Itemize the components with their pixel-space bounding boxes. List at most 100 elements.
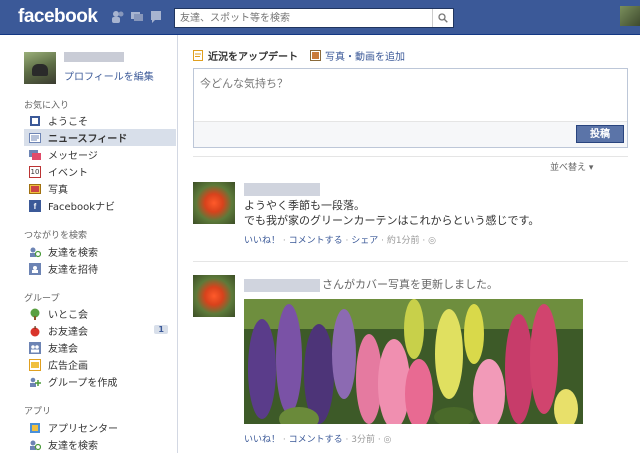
search-icon bbox=[438, 13, 448, 23]
sidebar-item-welcome[interactable]: ようこそ bbox=[24, 112, 176, 129]
messages-icon[interactable] bbox=[130, 10, 144, 23]
news-feed-icon bbox=[29, 132, 41, 144]
left-sidebar: プロフィールを編集 お気に入り ようこそ ニュースフィード メッセージ 10 イ… bbox=[0, 35, 178, 453]
cover-photo[interactable] bbox=[244, 299, 583, 424]
sidebar-item-label: お友達会 bbox=[48, 327, 88, 338]
tree-icon bbox=[29, 308, 41, 320]
sidebar-item-events[interactable]: 10 イベント bbox=[24, 163, 176, 180]
timestamp[interactable]: 約1分前 bbox=[387, 236, 420, 246]
story-author-name-redacted[interactable] bbox=[244, 278, 320, 292]
sidebar-item-group-itokokai[interactable]: いとこ会 bbox=[24, 305, 176, 322]
group-icon bbox=[29, 341, 41, 354]
globe-icon: ◎ bbox=[428, 236, 437, 246]
feed-story-cover: さんがカバー写真を更新しました。 いいね！ · コメントする · 3分前 · ◎ bbox=[193, 275, 628, 450]
sidebar-item-app-center[interactable]: アプリセンター bbox=[24, 419, 176, 436]
search-button[interactable] bbox=[432, 9, 453, 27]
create-group-icon bbox=[29, 376, 41, 388]
sidebar-item-label: Facebookナビ bbox=[48, 202, 115, 213]
tab-add-photo[interactable]: 写真・動画を追加 bbox=[310, 48, 405, 63]
friend-requests-icon[interactable] bbox=[111, 10, 125, 23]
sidebar-item-label: グループを作成 bbox=[48, 378, 118, 389]
sidebar-item-label: 広告企画 bbox=[48, 361, 88, 372]
connect-title: つながりを検索 bbox=[24, 231, 88, 241]
timestamp[interactable]: 3分前 bbox=[351, 435, 375, 445]
sidebar-item-label: イベント bbox=[48, 168, 88, 179]
photo-icon bbox=[310, 50, 321, 61]
message-icon bbox=[29, 149, 41, 161]
lupine-flowers-image bbox=[244, 299, 583, 424]
comment-link[interactable]: コメントする bbox=[289, 236, 343, 246]
status-composer[interactable]: 今どんな気持ち？ 投稿 bbox=[193, 68, 628, 148]
story-text-line: でも我が家のグリーンカーテンはこれからという感じです。 bbox=[244, 214, 540, 227]
status-icon bbox=[193, 50, 203, 61]
like-link[interactable]: いいね！ bbox=[244, 236, 280, 246]
sidebar-item-find-friends[interactable]: 友達を検索 bbox=[24, 243, 176, 260]
photos-icon bbox=[29, 183, 41, 195]
apple-icon bbox=[29, 325, 41, 337]
sidebar-item-create-group[interactable]: グループを作成 bbox=[24, 373, 176, 390]
profile-name-redacted[interactable] bbox=[64, 52, 124, 62]
sidebar-item-label: 友達会 bbox=[48, 344, 78, 355]
divider bbox=[193, 261, 628, 262]
story-author-name-redacted[interactable] bbox=[244, 183, 320, 196]
sidebar-item-find-friends-app[interactable]: 友達を検索 bbox=[24, 436, 176, 453]
cover-update-line: さんがカバー写真を更新しました。 bbox=[244, 276, 498, 292]
sidebar-item-group-otomodachikai[interactable]: お友達会 1 bbox=[24, 322, 176, 339]
cover-update-text: さんがカバー写真を更新しました。 bbox=[322, 278, 498, 291]
sidebar-item-group-koukokukikaku[interactable]: 広告企画 bbox=[24, 356, 176, 373]
story-text-line: ようやく季節も一段落。 bbox=[244, 199, 365, 212]
top-bar: facebook bbox=[0, 0, 640, 35]
sidebar-item-photos[interactable]: 写真 bbox=[24, 180, 176, 197]
story-author-avatar[interactable] bbox=[193, 182, 235, 224]
sidebar-item-label: メッセージ bbox=[48, 151, 98, 162]
composer-tabs: 近況をアップデート 写真・動画を追加 bbox=[193, 48, 417, 63]
composer-footer: 投稿 bbox=[194, 121, 627, 147]
story-author-avatar[interactable] bbox=[193, 275, 235, 317]
sidebar-item-label: 友達を招待 bbox=[48, 265, 98, 276]
profile-avatar-small[interactable] bbox=[620, 6, 640, 26]
comment-link[interactable]: コメントする bbox=[289, 435, 343, 445]
search-box[interactable] bbox=[174, 8, 454, 28]
sort-dropdown[interactable]: 並べ替え ▾ bbox=[550, 160, 593, 173]
group-count-badge: 1 bbox=[154, 325, 168, 334]
sidebar-item-label: いとこ会 bbox=[48, 310, 88, 321]
share-link[interactable]: シェア bbox=[351, 236, 378, 246]
story-actions: いいね！ · コメントする · 3分前 · ◎ bbox=[244, 435, 392, 445]
sort-label: 並べ替え bbox=[550, 163, 587, 173]
apps-title: アプリ bbox=[24, 407, 52, 417]
welcome-icon bbox=[29, 115, 41, 127]
status-input[interactable]: 今どんな気持ち？ bbox=[200, 75, 288, 91]
divider bbox=[193, 156, 628, 157]
find-friends-icon bbox=[29, 246, 42, 258]
sidebar-item-label: 友達を検索 bbox=[48, 248, 98, 259]
sidebar-item-group-tomodachikai[interactable]: 友達会 bbox=[24, 339, 176, 356]
sidebar-item-label: ようこそ bbox=[48, 117, 88, 128]
favorites-title: お気に入り bbox=[24, 101, 70, 111]
groups-title: グループ bbox=[24, 294, 60, 304]
svg-text:f: f bbox=[34, 202, 37, 211]
sidebar-item-news-feed[interactable]: ニュースフィード bbox=[24, 129, 176, 146]
sidebar-item-messages[interactable]: メッセージ bbox=[24, 146, 176, 163]
sidebar-item-label: 写真 bbox=[48, 185, 68, 196]
post-button[interactable]: 投稿 bbox=[576, 125, 624, 143]
chevron-down-icon: ▾ bbox=[588, 163, 594, 173]
profile-picture[interactable] bbox=[24, 52, 56, 84]
invite-friends-icon bbox=[29, 262, 41, 275]
sidebar-item-facebook-navi[interactable]: f Facebookナビ bbox=[24, 197, 176, 214]
find-friends-icon bbox=[29, 439, 42, 451]
edit-profile-link[interactable]: プロフィールを編集 bbox=[64, 68, 154, 83]
story-actions: いいね！ · コメントする · シェア · 約1分前 · ◎ bbox=[244, 236, 437, 246]
tab-photo-label: 写真・動画を追加 bbox=[325, 52, 405, 63]
sidebar-item-label: アプリセンター bbox=[48, 424, 118, 435]
sidebar-item-label: 友達を検索 bbox=[48, 441, 98, 452]
calendar-icon: 10 bbox=[29, 165, 41, 178]
navi-icon: f bbox=[29, 199, 41, 212]
ad-plan-icon bbox=[29, 358, 41, 371]
search-input[interactable] bbox=[175, 9, 430, 27]
sidebar-item-invite-friends[interactable]: 友達を招待 bbox=[24, 260, 176, 277]
facebook-logo[interactable]: facebook bbox=[18, 6, 98, 28]
profile-block: プロフィールを編集 bbox=[24, 52, 154, 84]
like-link[interactable]: いいね！ bbox=[244, 435, 280, 445]
tab-status-update[interactable]: 近況をアップデート bbox=[193, 48, 298, 63]
notifications-icon[interactable] bbox=[149, 10, 163, 23]
